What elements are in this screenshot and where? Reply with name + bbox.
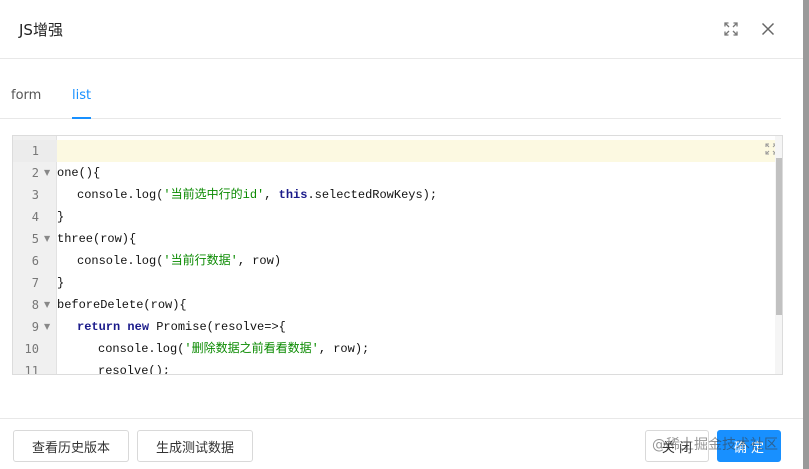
code-token: .selectedRowKeys); <box>307 188 438 202</box>
line-number: 7 <box>31 276 39 290</box>
confirm-button[interactable]: 确 定 <box>717 430 781 462</box>
code-line: return new Promise(resolve=>{ <box>57 316 286 338</box>
close-icon[interactable] <box>757 18 779 40</box>
js-enhance-modal: JS增强 form list 1 2 ▼ 3 4 5 ▼ 6 7 8 ▼ 9 ▼ 10 11 one(){ … <box>0 0 803 469</box>
line-number: 10 <box>24 342 39 356</box>
line-number: 8 <box>31 298 39 312</box>
code-line: } <box>57 276 65 290</box>
line-number: 4 <box>31 210 39 224</box>
code-line: console.log('当前行数据', row) <box>57 250 281 272</box>
code-line: one(){ <box>57 166 101 180</box>
line-number: 2 <box>31 166 39 180</box>
active-line-highlight <box>57 140 775 162</box>
tab-list[interactable]: list <box>72 88 92 119</box>
code-string: '当前行数据' <box>163 254 238 268</box>
code-token: , row) <box>237 254 282 268</box>
fold-arrow-icon[interactable]: ▼ <box>44 228 50 250</box>
code-editor[interactable]: 1 2 ▼ 3 4 5 ▼ 6 7 8 ▼ 9 ▼ 10 11 one(){ console.log('当前… <box>12 135 783 375</box>
code-line: three(row){ <box>57 232 137 246</box>
code-line: beforeDelete(row){ <box>57 298 187 312</box>
line-number: 5 <box>31 232 39 246</box>
line-number: 9 <box>31 320 39 334</box>
code-line: } <box>57 210 65 224</box>
line-number: 3 <box>31 188 39 202</box>
code-keyword: return <box>77 320 121 334</box>
code-token: console.log( <box>77 254 164 268</box>
backdrop-strip <box>803 0 809 469</box>
code-string: '删除数据之前看看数据' <box>184 342 319 356</box>
code-token: console.log( <box>77 188 164 202</box>
code-string: '当前选中行的id' <box>163 188 265 202</box>
code-token: console.log( <box>98 342 185 356</box>
code-keyword: this <box>278 188 308 202</box>
code-keyword: new <box>127 320 150 334</box>
line-number: 11 <box>24 364 39 375</box>
tab-form[interactable]: form <box>11 88 41 119</box>
fold-arrow-icon[interactable]: ▼ <box>44 294 50 316</box>
code-line: console.log('当前选中行的id', this.selectedRow… <box>57 184 437 206</box>
modal-header: JS增强 <box>0 0 803 59</box>
code-token: , <box>264 188 279 202</box>
code-token: Promise(resolve=>{ <box>149 320 286 334</box>
code-token: , row); <box>318 342 370 356</box>
view-history-button[interactable]: 查看历史版本 <box>13 430 129 462</box>
line-number: 6 <box>31 254 39 268</box>
generate-test-data-button[interactable]: 生成测试数据 <box>137 430 253 462</box>
editor-scrollbar-thumb[interactable] <box>776 158 782 315</box>
line-number: 1 <box>31 144 39 158</box>
tab-bar: form list <box>0 80 781 119</box>
modal-title: JS增强 <box>19 21 63 39</box>
code-line: resolve(); <box>98 364 171 375</box>
close-button[interactable]: 关 闭 <box>645 430 709 462</box>
fold-arrow-icon[interactable]: ▼ <box>44 316 50 338</box>
fold-arrow-icon[interactable]: ▼ <box>44 162 50 184</box>
code-line: console.log('删除数据之前看看数据', row); <box>57 338 369 360</box>
fullscreen-icon[interactable] <box>720 18 742 40</box>
